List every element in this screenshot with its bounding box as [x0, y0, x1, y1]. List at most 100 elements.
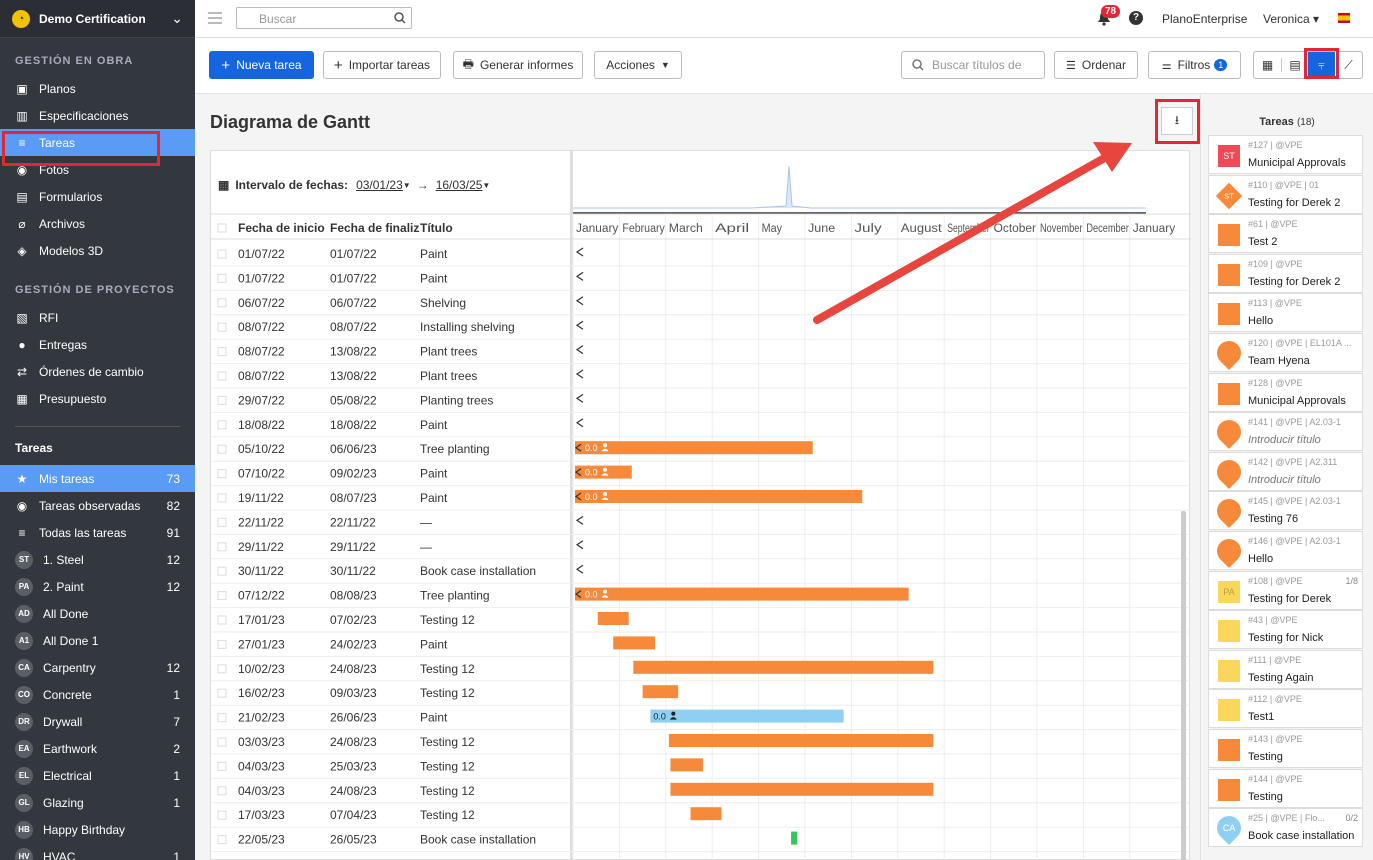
row-checkbox[interactable] [217, 517, 227, 527]
org-selector[interactable]: ◔ Demo Certification ⌄ [0, 0, 195, 38]
gantt-row[interactable]: 08/07/22 08/07/22 Installing shelving [211, 320, 1191, 340]
help-icon[interactable]: ? [1129, 11, 1143, 25]
task-card[interactable]: #146 | @VPE | A2.03-1 Hello [1208, 531, 1363, 570]
gantt-row[interactable]: 17/03/23 07/04/23 Testing 12 [211, 807, 1191, 828]
sidebar-item-presupuesto[interactable]: ▦ Presupuesto [0, 385, 195, 412]
gantt-bar[interactable] [670, 782, 934, 796]
gantt-row[interactable]: 03/03/23 24/08/23 Testing 12 [211, 734, 1191, 755]
gantt-bar[interactable] [613, 636, 655, 650]
gantt-row[interactable]: 21/02/23 26/06/23 Paint 0.0 [211, 709, 1191, 731]
sidebar-item-glazing[interactable]: GL Glazing 1 [0, 789, 195, 816]
row-checkbox[interactable] [217, 615, 227, 625]
gantt-row[interactable]: 04/03/23 24/08/23 Testing 12 [211, 782, 1191, 804]
sidebar-item-1-steel[interactable]: ST 1. Steel 12 [0, 546, 195, 573]
sidebar-item-happy-birthday[interactable]: HB Happy Birthday [0, 816, 195, 843]
gantt-row[interactable]: 22/05/23 26/05/23 Book case installation [211, 831, 1191, 853]
menu-icon[interactable] [208, 12, 222, 24]
gantt-bar[interactable] [690, 807, 722, 821]
row-checkbox[interactable] [217, 322, 227, 332]
sidebar-item-all-done-1[interactable]: A1 All Done 1 [0, 627, 195, 654]
gantt-row[interactable]: 18/08/22 18/08/22 Paint [211, 418, 1191, 438]
gantt-row[interactable]: 07/10/22 09/02/23 Paint 0.0 [211, 465, 1191, 487]
gantt-row[interactable]: 29/11/22 29/11/22 — [211, 540, 1191, 560]
row-checkbox[interactable] [217, 810, 227, 820]
new-task-button[interactable]: + Nueva tarea [209, 51, 314, 79]
sidebar-item-todas-las-tareas[interactable]: ≡ Todas las tareas 91 [0, 519, 195, 546]
gantt-bar[interactable] [791, 831, 798, 845]
search-input[interactable]: Buscar [236, 7, 412, 29]
gantt-row[interactable]: 01/07/22 01/07/22 Paint [211, 271, 1191, 291]
sidebar-item-rfi[interactable]: ▧ RFI [0, 304, 195, 331]
task-card[interactable]: #120 | @VPE | EL101A ... Team Hyena [1208, 333, 1363, 372]
gantt-row[interactable]: 10/02/23 24/08/23 Testing 12 [211, 660, 1191, 682]
task-card[interactable]: #61 | @VPE Test 2 [1208, 214, 1363, 254]
gantt-bar[interactable] [597, 612, 629, 625]
row-checkbox[interactable] [217, 688, 227, 698]
column-header[interactable]: Fecha de inicio [238, 221, 325, 235]
gantt-bar[interactable] [575, 587, 909, 601]
sort-button[interactable]: ☰ Ordenar [1054, 51, 1138, 79]
row-checkbox[interactable] [217, 493, 227, 503]
gantt-bar[interactable] [670, 758, 703, 772]
sidebar-item-formularios[interactable]: ▤ Formularios [0, 183, 195, 210]
task-card[interactable]: #144 | @VPE Testing [1208, 768, 1363, 808]
bell-icon[interactable]: 78 [1097, 5, 1121, 29]
gantt-row[interactable]: 30/11/22 30/11/22 Book case installation [211, 564, 1191, 584]
row-checkbox[interactable] [217, 566, 227, 576]
company-name[interactable]: PlanoEnterprise [1162, 12, 1247, 26]
sidebar-item-tareas-observadas[interactable]: ◉ Tareas observadas 82 [0, 492, 195, 519]
row-checkbox[interactable] [217, 737, 227, 747]
sidebar-item-drywall[interactable]: DR Drywall 7 [0, 708, 195, 735]
sidebar-item-carpentry[interactable]: CA Carpentry 12 [0, 654, 195, 681]
grid-view-icon[interactable]: ▦ [1254, 58, 1281, 72]
row-checkbox[interactable] [217, 395, 227, 405]
task-card[interactable]: #113 | @VPE Hello [1208, 293, 1363, 333]
sidebar-item-ordenes-de-cambio[interactable]: ⇄ Órdenes de cambio [0, 358, 195, 385]
task-card[interactable]: #141 | @VPE | A2.03-1 Introducir título [1208, 412, 1363, 452]
row-checkbox[interactable] [217, 298, 227, 308]
sidebar-item-modelos-3d[interactable]: ◈ Modelos 3D [0, 237, 195, 264]
actions-dropdown[interactable]: Acciones ▼ [594, 51, 682, 79]
gantt-row[interactable]: 04/03/23 25/03/23 Testing 12 [211, 758, 1191, 779]
gantt-bar[interactable] [575, 465, 632, 479]
gantt-row[interactable]: 17/01/23 07/02/23 Testing 12 [211, 612, 1191, 633]
filters-button[interactable]: ⚌ Filtros 1 [1148, 51, 1241, 79]
gantt-row[interactable]: 08/07/22 13/08/22 Plant trees [211, 369, 1191, 389]
task-card[interactable]: #142 | @VPE | A2.311 Introducir título [1208, 451, 1363, 491]
gantt-row[interactable]: 07/12/22 08/08/23 Tree planting 0.0 [211, 587, 1191, 609]
spain-flag-icon[interactable] [1338, 13, 1350, 23]
gantt-row[interactable]: 22/11/22 22/11/22 — [211, 515, 1191, 535]
sidebar-item-earthwork[interactable]: EA Earthwork 2 [0, 735, 195, 762]
sidebar-item-electrical[interactable]: EL Electrical 1 [0, 762, 195, 789]
gantt-row[interactable]: 27/01/23 24/02/23 Paint [211, 636, 1191, 657]
gantt-row[interactable]: 29/07/22 05/08/22 Planting trees [211, 393, 1191, 413]
task-card[interactable]: #109 | @VPE Testing for Derek 2 [1208, 253, 1363, 293]
task-card[interactable]: CA #25 | @VPE | Flo... Book case installat… [1208, 808, 1363, 848]
task-card[interactable]: ST #127 | @VPE Municipal Approvals [1208, 135, 1363, 174]
download-button[interactable]: ⭳ [1161, 107, 1193, 135]
sidebar-item-fotos[interactable]: ◉ Fotos [0, 156, 195, 183]
gantt-view-icon[interactable]: ⫧ [1308, 52, 1335, 78]
row-checkbox[interactable] [217, 420, 227, 430]
row-checkbox[interactable] [217, 444, 227, 454]
sidebar-item-hvac[interactable]: HV HVAC 1 [0, 843, 195, 860]
row-checkbox[interactable] [217, 469, 227, 479]
task-card[interactable]: ST #110 | @VPE | 01 Testing for Derek 2 [1208, 174, 1363, 214]
row-checkbox[interactable] [217, 639, 227, 649]
row-checkbox[interactable] [217, 591, 227, 601]
gantt-bar[interactable] [575, 490, 863, 503]
sidebar-item-planos[interactable]: ▣ Planos [0, 75, 195, 102]
title-search-input[interactable]: Buscar títulos de [901, 51, 1045, 79]
gantt-row[interactable]: 16/02/23 09/03/23 Testing 12 [211, 685, 1191, 706]
gantt-row[interactable]: 08/07/22 13/08/22 Plant trees [211, 345, 1191, 365]
row-checkbox[interactable] [217, 542, 227, 552]
gantt-bar[interactable] [650, 709, 844, 723]
row-checkbox[interactable] [217, 371, 227, 381]
sidebar-item-mis-tareas[interactable]: ★ Mis tareas 73 [0, 465, 195, 492]
row-checkbox[interactable] [217, 761, 227, 771]
sidebar-item-all-done[interactable]: AD All Done [0, 600, 195, 627]
task-card[interactable]: #143 | @VPE Testing [1208, 729, 1363, 768]
row-checkbox[interactable] [217, 249, 227, 259]
task-card[interactable]: #43 | @VPE Testing for Nick [1208, 610, 1363, 650]
sidebar-item-archivos[interactable]: ⌀ Archivos [0, 210, 195, 237]
